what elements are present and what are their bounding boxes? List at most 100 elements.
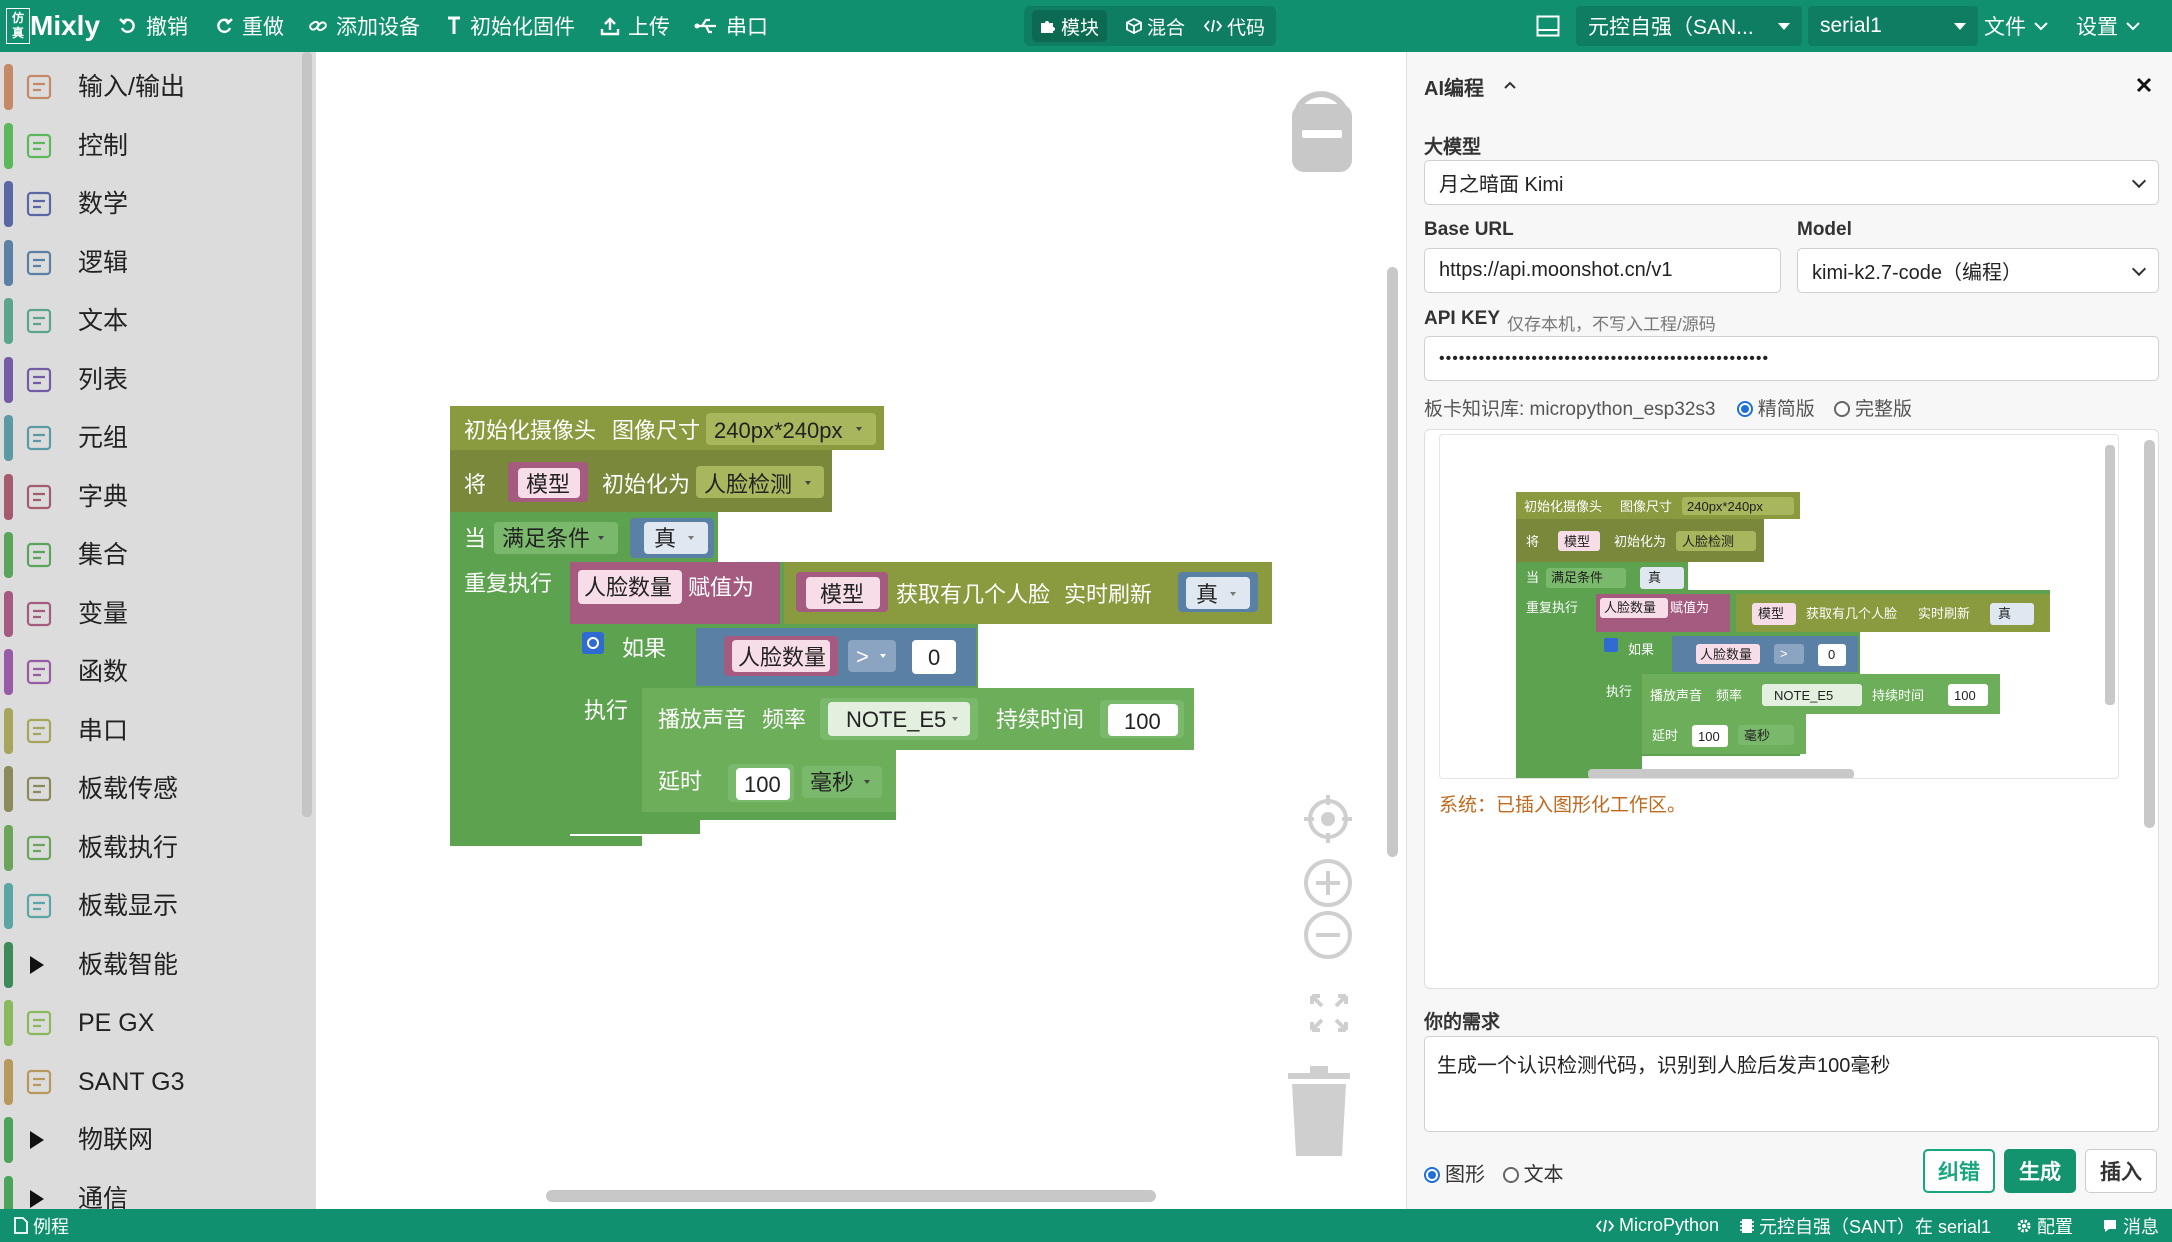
- mode-mixed-tab[interactable]: 混合: [1118, 10, 1193, 42]
- sidebar-item-14[interactable]: 板载执行: [0, 819, 300, 877]
- requirement-textarea[interactable]: 生成一个认识检测代码，识别到人脸后发声100毫秒: [1424, 1036, 2159, 1132]
- mode-code-tab[interactable]: 代码: [1196, 10, 1273, 42]
- sidebar-item-15[interactable]: 板载显示: [0, 877, 300, 935]
- block-program[interactable]: 初始化摄像头 图像尺寸 240px*240px 将 模型 初始化为 人脸检测 当: [450, 406, 1272, 846]
- close-icon[interactable]: [2135, 76, 2153, 94]
- sidebar-item-4[interactable]: 逻辑: [0, 234, 300, 292]
- sidebar-item-10[interactable]: 变量: [0, 585, 300, 643]
- language-label: MicroPython: [1619, 1215, 1720, 1235]
- sidebar-item-label: 逻辑: [78, 248, 129, 277]
- sant-g3-icon: [26, 1069, 52, 1094]
- face-count-label-2: 人脸数量: [738, 645, 826, 670]
- code-icon: [1596, 1219, 1614, 1232]
- sidebar-item-17[interactable]: PE GX: [0, 994, 300, 1052]
- port-select[interactable]: serial1: [1808, 6, 1978, 46]
- category-color-stripe: [4, 1058, 13, 1105]
- output-text-radio[interactable]: 文本: [1502, 1164, 1564, 1186]
- sidebar-scrollbar[interactable]: [302, 52, 312, 817]
- requirement-label: 你的需求: [1424, 1012, 1501, 1033]
- preview-get-faces: 获取有几个人脸: [1806, 606, 1897, 621]
- sidebar-item-9[interactable]: 集合: [0, 526, 300, 584]
- kb-full-radio[interactable]: 完整版: [1834, 399, 1912, 420]
- config-button[interactable]: 配置: [2016, 1209, 2073, 1242]
- add-device-button[interactable]: 添加设备: [308, 0, 420, 52]
- base-url-input[interactable]: https://api.moonshot.cn/v1: [1424, 248, 1781, 293]
- undo-button[interactable]: 撤销: [118, 0, 188, 52]
- generated-blocks-preview[interactable]: 初始化摄像头 图像尺寸 240px*240px 将 模型 初始化为 人脸检测 当: [1439, 434, 2119, 779]
- sidebar-item-3[interactable]: 数学: [0, 175, 300, 233]
- serial-button[interactable]: 串口: [694, 0, 768, 52]
- workspace-horizontal-scrollbar[interactable]: [546, 1190, 1156, 1202]
- expand-triangle-icon[interactable]: [30, 955, 44, 974]
- gear-icon[interactable]: [582, 632, 604, 654]
- zoom-in-icon[interactable]: [1304, 859, 1352, 907]
- model-provider-select[interactable]: 月之暗面 Kimi: [1424, 160, 2159, 205]
- sidebar-item-20[interactable]: 通信: [0, 1170, 300, 1209]
- fix-button[interactable]: 纠错: [1923, 1149, 1995, 1193]
- sidebar-item-11[interactable]: 函数: [0, 643, 300, 701]
- expand-triangle-icon[interactable]: [30, 1131, 44, 1149]
- sidebar-item-2[interactable]: 控制: [0, 117, 300, 175]
- language-indicator[interactable]: MicroPython: [1596, 1209, 1719, 1242]
- board-select[interactable]: 元控自强（SAN...: [1576, 6, 1802, 46]
- board-status[interactable]: 元控自强（SANT）在 serial1: [1740, 1209, 1991, 1242]
- api-key-input[interactable]: ••••••••••••••••••••••••••••••••••••••••…: [1424, 336, 2159, 381]
- workspace-canvas[interactable]: 初始化摄像头 图像尺寸 240px*240px 将 模型 初始化为 人脸检测 当: [316, 52, 1406, 1209]
- init-firmware-label: 初始化固件: [470, 16, 575, 39]
- redo-button[interactable]: 重做: [214, 0, 284, 52]
- collapse-chevron-icon[interactable]: [1503, 80, 1517, 90]
- function-icon: [26, 659, 52, 685]
- toggle-panel-button[interactable]: [1536, 0, 1560, 52]
- sidebar-item-7[interactable]: 元组: [0, 409, 300, 467]
- sidebar-item-5[interactable]: 文本: [0, 292, 300, 350]
- settings-menu[interactable]: 设置: [2076, 0, 2140, 52]
- document-icon: [14, 1217, 28, 1234]
- expand-triangle-icon[interactable]: [30, 1189, 44, 1208]
- zoom-out-icon[interactable]: [1304, 911, 1352, 959]
- trash-icon[interactable]: [1288, 1066, 1350, 1156]
- preview-model-var-2: 模型: [1758, 606, 1784, 621]
- api-key-value: ••••••••••••••••••••••••••••••••••••••••…: [1439, 349, 1770, 367]
- backpack-icon[interactable]: [1292, 91, 1352, 172]
- mode-blocks-tab[interactable]: 模块: [1032, 10, 1108, 42]
- fullscreen-icon[interactable]: [1310, 994, 1348, 1032]
- upload-button[interactable]: 上传: [600, 0, 670, 52]
- kb-lite-radio[interactable]: 精简版: [1736, 399, 1815, 420]
- sidebar-item-8[interactable]: 字典: [0, 468, 300, 526]
- model-name-select[interactable]: kimi-k2.7-code（编程）: [1797, 248, 2159, 293]
- sidebar-item-18[interactable]: SANT G3: [0, 1053, 300, 1111]
- preview-horizontal-scrollbar[interactable]: [1588, 769, 1854, 779]
- preview-vertical-scrollbar[interactable]: [2105, 445, 2115, 705]
- messages-button[interactable]: 消息: [2102, 1209, 2159, 1242]
- blockly-workspace[interactable]: 初始化摄像头 图像尺寸 240px*240px 将 模型 初始化为 人脸检测 当: [316, 52, 1406, 1209]
- examples-button[interactable]: 例程: [14, 1209, 69, 1242]
- sidebar-item-12[interactable]: 串口: [0, 702, 300, 760]
- preview-assign: 赋值为: [1670, 600, 1709, 615]
- sidebar-item-label: SANT G3: [78, 1067, 185, 1096]
- sidebar-item-1[interactable]: 输入/输出: [0, 58, 300, 116]
- category-color-stripe: [4, 532, 13, 578]
- preview-face-count: 人脸数量: [1604, 600, 1656, 615]
- kb-full-label: 完整版: [1855, 399, 1913, 420]
- sidebar-item-19[interactable]: 物联网: [0, 1111, 300, 1169]
- freq-label: 频率: [762, 707, 806, 732]
- cube-icon: [1126, 18, 1142, 34]
- list-icon: [26, 367, 52, 392]
- sidebar-item-label: 集合: [78, 541, 129, 569]
- sidebar-item-16[interactable]: 板载智能: [0, 936, 300, 994]
- mode-switcher: 模块 混合 代码: [1024, 6, 1276, 46]
- output-text-label: 文本: [1523, 1164, 1564, 1186]
- generate-button[interactable]: 生成: [2004, 1149, 2076, 1193]
- sidebar-item-13[interactable]: 板载传感: [0, 760, 300, 818]
- recenter-icon[interactable]: [1304, 795, 1352, 843]
- insert-button[interactable]: 插入: [2085, 1149, 2157, 1193]
- radio-empty-icon: [1834, 401, 1851, 417]
- realtime-label: 实时刷新: [1064, 582, 1152, 607]
- file-menu[interactable]: 文件: [1984, 0, 2048, 52]
- chat-scrollbar[interactable]: [2144, 440, 2155, 828]
- preview-condition: 满足条件: [1551, 570, 1603, 585]
- output-graphic-radio[interactable]: 图形: [1424, 1164, 1485, 1186]
- init-firmware-button[interactable]: 初始化固件: [446, 0, 575, 52]
- sidebar-item-6[interactable]: 列表: [0, 351, 300, 409]
- workspace-vertical-scrollbar[interactable]: [1387, 267, 1398, 857]
